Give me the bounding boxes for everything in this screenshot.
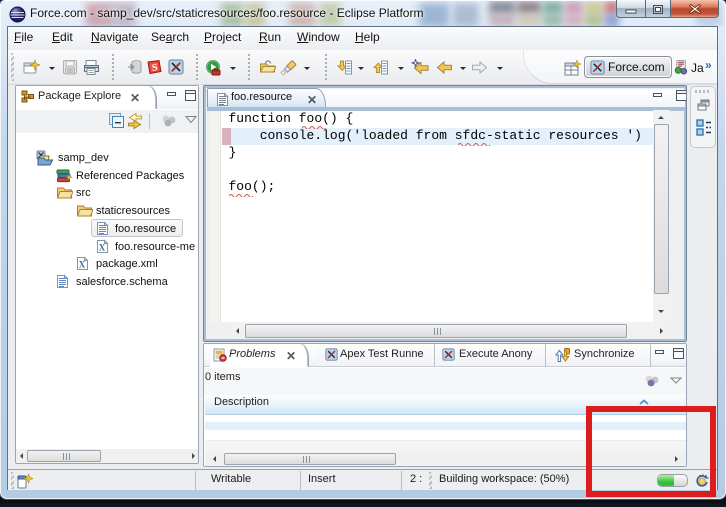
svg-text:X: X	[79, 260, 86, 270]
svg-text:X: X	[99, 243, 106, 253]
